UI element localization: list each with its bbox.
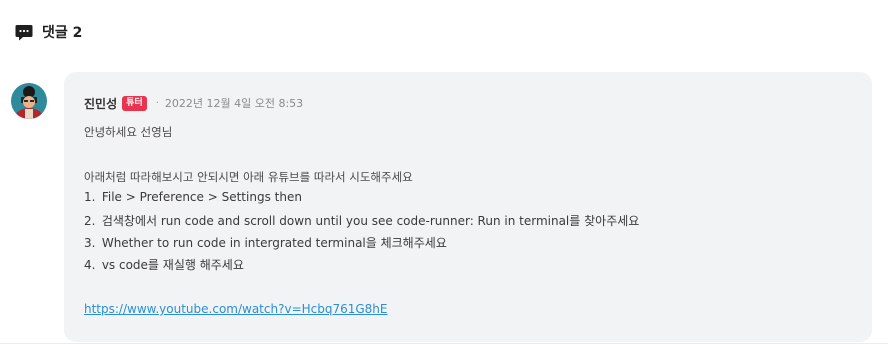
list-item: 2. 검색창에서 run code and scroll down until … [84,214,640,228]
avatar[interactable] [11,83,47,119]
greeting-text: 안녕하세요 선영님 [84,125,173,139]
speech-bubble-icon [15,25,33,41]
tutor-badge: 튜터 [122,95,147,111]
list-item: 4. vs code를 재실행 해주세요 [84,258,244,272]
comment-card: 진민성 튜터 · 2022년 12월 4일 오전 8:53 안녕하세요 선영님 … [64,72,872,342]
comments-title: 댓글 2 [42,25,83,41]
intro-text: 아래처럼 따라해보시고 안되시면 아래 유튜브를 따라서 시도해주세요 [84,170,413,184]
comment-timestamp: 2022년 12월 4일 오전 8:53 [164,97,304,110]
list-item: 1. File > Preference > Settings then [84,190,302,204]
author-name[interactable]: 진민성 [84,95,117,112]
divider [0,343,888,344]
avatar-image [11,83,47,119]
youtube-link[interactable]: https://www.youtube.com/watch?v=Hcbq761G… [84,302,388,316]
comment-meta: 진민성 튜터 · 2022년 12월 4일 오전 8:53 [84,94,303,112]
meta-separator: · [155,97,159,109]
list-item: 3. Whether to run code in intergrated te… [84,236,447,250]
comments-header: 댓글 2 [14,22,82,42]
